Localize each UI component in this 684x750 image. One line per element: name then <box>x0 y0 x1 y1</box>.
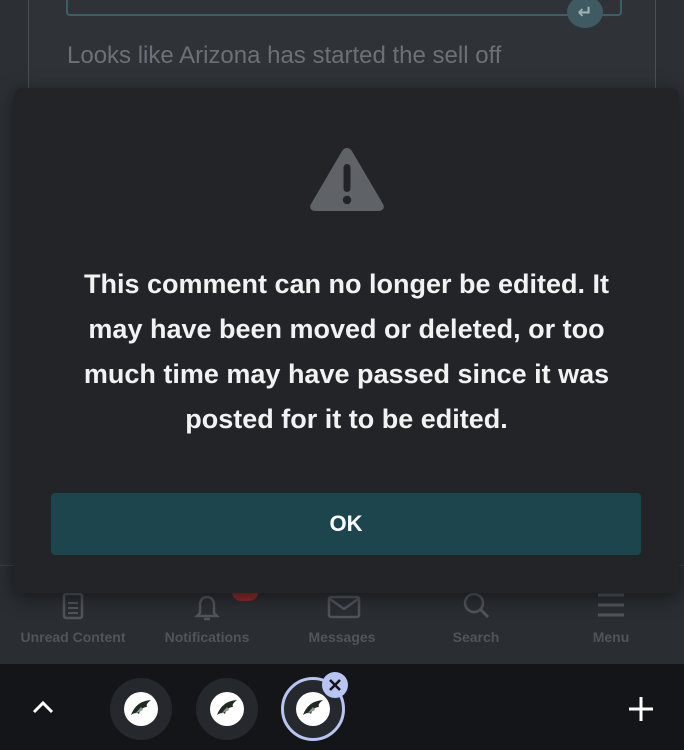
ok-button[interactable]: OK <box>51 493 641 555</box>
menu-icon <box>596 591 626 621</box>
new-tab-plus-icon[interactable] <box>622 690 660 728</box>
error-dialog: This comment can no longer be edited. It… <box>14 88 679 593</box>
browser-tab[interactable] <box>110 678 172 740</box>
eagle-favicon <box>296 692 330 726</box>
dialog-message: This comment can no longer be edited. It… <box>83 269 610 434</box>
comment-preview: Looks like Arizona has started the sell … <box>67 42 502 69</box>
envelope-icon <box>327 591 361 621</box>
bell-icon <box>192 583 258 621</box>
eagle-favicon <box>210 692 244 726</box>
warning-icon <box>308 144 386 214</box>
search-icon <box>461 591 491 621</box>
comment-editor <box>66 0 622 16</box>
browser-tab[interactable] <box>196 678 258 740</box>
close-tab-icon[interactable] <box>322 672 348 698</box>
chevron-up-icon[interactable] <box>26 690 60 724</box>
eagle-favicon <box>124 692 158 726</box>
document-icon <box>58 591 88 621</box>
